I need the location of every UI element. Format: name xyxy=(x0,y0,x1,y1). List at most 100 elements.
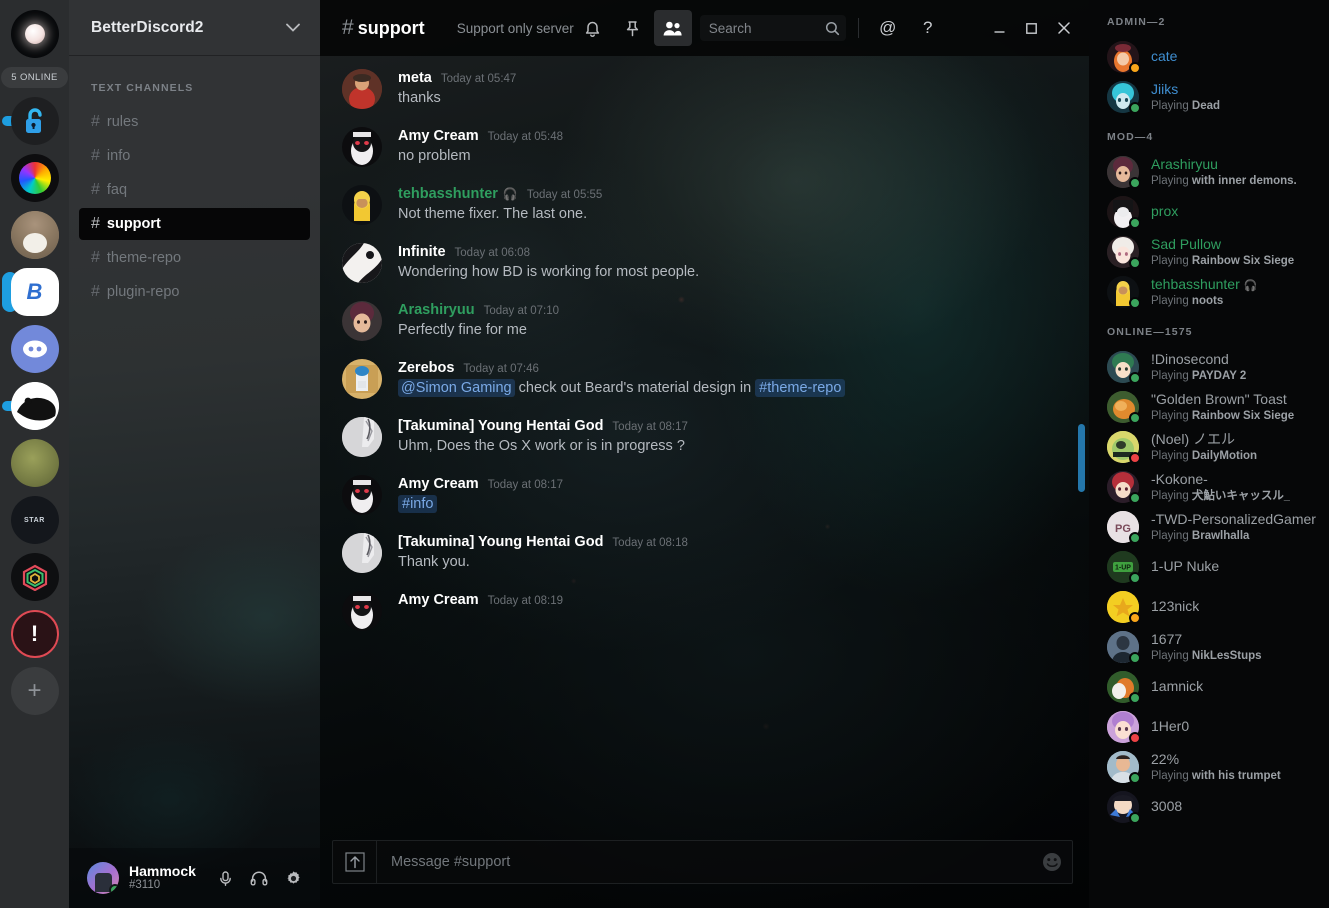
message-author[interactable]: Infinite xyxy=(398,244,446,260)
activity-prefix: Playing xyxy=(1151,770,1192,782)
member-item[interactable]: (Noel) ノエル Playing DailyMotion xyxy=(1089,427,1329,467)
betterdiscord-letter: B xyxy=(27,279,43,305)
member-item[interactable]: 22% Playing with his trumpet xyxy=(1089,747,1329,787)
server-icon-rainbow-server[interactable] xyxy=(11,154,59,202)
avatar[interactable] xyxy=(342,69,382,109)
pinned-messages-icon[interactable] xyxy=(614,10,652,46)
member-list-icon[interactable] xyxy=(654,10,692,46)
message-author[interactable]: Arashiryuu xyxy=(398,302,475,318)
search-input[interactable]: Search xyxy=(700,15,846,41)
avatar[interactable] xyxy=(342,185,382,225)
activity-prefix: Playing xyxy=(1151,490,1192,502)
channel-item-faq[interactable]: # faq xyxy=(79,174,310,206)
avatar[interactable] xyxy=(342,301,382,341)
member-item[interactable]: !Dinosecond Playing PAYDAY 2 xyxy=(1089,347,1329,387)
message-author[interactable]: meta xyxy=(398,70,432,86)
server-icon-panda-server[interactable] xyxy=(11,382,59,430)
upload-icon[interactable] xyxy=(333,840,377,884)
message-author[interactable]: Amy Cream xyxy=(398,128,479,144)
member-activity: Playing Dead xyxy=(1151,99,1220,113)
avatar[interactable] xyxy=(342,591,382,631)
message-header: [Takumina] Young Hentai God Today at 08:… xyxy=(398,418,1065,434)
member-item[interactable]: 1-UP 1-UP Nuke xyxy=(1089,547,1329,587)
member-item[interactable]: Arashiryuu Playing with inner demons. xyxy=(1089,152,1329,192)
hash-icon: # xyxy=(91,283,100,301)
alert-icon: ! xyxy=(11,610,59,658)
message-author[interactable]: tehbasshunter xyxy=(398,186,498,202)
mentions-icon[interactable]: @ xyxy=(869,10,907,46)
channel-item-support[interactable]: # support xyxy=(79,208,310,240)
member-item[interactable]: "Golden Brown" Toast Playing Rainbow Six… xyxy=(1089,387,1329,427)
member-item[interactable]: 123nick xyxy=(1089,587,1329,627)
help-icon[interactable]: ? xyxy=(909,10,947,46)
channel-item-plugin-repo[interactable]: # plugin-repo xyxy=(79,276,310,308)
message-author[interactable]: [Takumina] Young Hentai God xyxy=(398,418,603,434)
message-author[interactable]: [Takumina] Young Hentai God xyxy=(398,534,603,550)
channel-mention[interactable]: #info xyxy=(398,495,437,513)
member-item[interactable]: 1amnick xyxy=(1089,667,1329,707)
avatar[interactable] xyxy=(342,243,382,283)
emoji-icon[interactable] xyxy=(1032,840,1072,884)
message-composer[interactable]: Message #support xyxy=(332,840,1073,884)
server-name-label: BetterDiscord2 xyxy=(91,19,204,37)
home-orb-icon xyxy=(11,10,59,58)
member-info: 1-UP Nuke xyxy=(1151,558,1219,575)
cat-icon xyxy=(11,211,59,259)
message-list[interactable]: meta Today at 05:47 thanks Amy Cream Tod… xyxy=(320,56,1089,834)
server-icon-cat-server[interactable] xyxy=(11,211,59,259)
member-item[interactable]: 1677 Playing NikLesStups xyxy=(1089,627,1329,667)
member-item[interactable]: 3008 xyxy=(1089,787,1329,827)
headset-badge-icon: 🎧 xyxy=(503,187,518,201)
server-icon-home-orb-server[interactable] xyxy=(11,10,59,58)
server-icon-betterdiscord2-server[interactable]: B xyxy=(11,268,59,316)
message-author[interactable]: Amy Cream xyxy=(398,592,479,608)
message-author[interactable]: Zerebos xyxy=(398,360,454,376)
message-author[interactable]: Amy Cream xyxy=(398,476,479,492)
member-item[interactable]: Sad Pullow Playing Rainbow Six Siege xyxy=(1089,232,1329,272)
message-text: Not theme fixer. The last one. xyxy=(398,205,1065,224)
avatar[interactable] xyxy=(342,417,382,457)
message-input[interactable]: Message #support xyxy=(377,854,1032,870)
member-activity: Playing PAYDAY 2 xyxy=(1151,369,1246,383)
member-item[interactable]: prox xyxy=(1089,192,1329,232)
channel-item-rules[interactable]: # rules xyxy=(79,106,310,138)
member-list[interactable]: ADMIN—2 cate Jiiks Playing Dead xyxy=(1089,0,1329,908)
scrollbar-thumb[interactable] xyxy=(1078,424,1085,492)
channel-mention[interactable]: #theme-repo xyxy=(755,379,845,397)
avatar[interactable] xyxy=(87,862,119,894)
notification-bell-icon[interactable] xyxy=(574,10,612,46)
close-icon[interactable] xyxy=(1049,11,1079,45)
server-icon-alert-server[interactable]: ! xyxy=(11,610,59,658)
member-info: (Noel) ノエル Playing DailyMotion xyxy=(1151,431,1257,462)
avatar[interactable] xyxy=(342,533,382,573)
server-icon-frog-server[interactable] xyxy=(11,439,59,487)
member-item[interactable]: PG -TWD-PersonalizedGamer Playing Brawlh… xyxy=(1089,507,1329,547)
member-item[interactable]: cate xyxy=(1089,37,1329,77)
gear-icon[interactable] xyxy=(278,863,308,893)
channel-item-theme-repo[interactable]: # theme-repo xyxy=(79,242,310,274)
server-icon-lock-server[interactable] xyxy=(11,97,59,145)
member-item[interactable]: 1Her0 xyxy=(1089,707,1329,747)
member-item[interactable]: Jiiks Playing Dead xyxy=(1089,77,1329,117)
message-body: Zerebos Today at 07:46 @Simon Gaming che… xyxy=(398,359,1065,399)
user-mention[interactable]: @Simon Gaming xyxy=(398,379,515,397)
channel-item-info[interactable]: # info xyxy=(79,140,310,172)
server-icon-hexagon-server[interactable] xyxy=(11,553,59,601)
avatar[interactable] xyxy=(342,359,382,399)
status-badge-online xyxy=(1129,532,1141,544)
add-server-button[interactable]: + xyxy=(11,667,59,715)
server-icon-star-citizen-server[interactable]: STAR xyxy=(11,496,59,544)
server-icon-discord-testers-server[interactable] xyxy=(11,325,59,373)
minimize-icon[interactable] xyxy=(985,11,1015,45)
microphone-icon[interactable] xyxy=(210,863,240,893)
user-controls xyxy=(210,863,312,893)
status-badge-online xyxy=(1129,572,1141,584)
avatar[interactable] xyxy=(342,475,382,515)
member-item[interactable]: -Kokone- Playing 犬鮎いキャッスル_ xyxy=(1089,467,1329,507)
maximize-icon[interactable] xyxy=(1017,11,1047,45)
member-item[interactable]: tehbasshunter🎧 Playing noots xyxy=(1089,272,1329,312)
activity-game: Dead xyxy=(1192,100,1220,112)
server-header[interactable]: BetterDiscord2 xyxy=(69,0,320,56)
avatar[interactable] xyxy=(342,127,382,167)
headset-icon[interactable] xyxy=(244,863,274,893)
